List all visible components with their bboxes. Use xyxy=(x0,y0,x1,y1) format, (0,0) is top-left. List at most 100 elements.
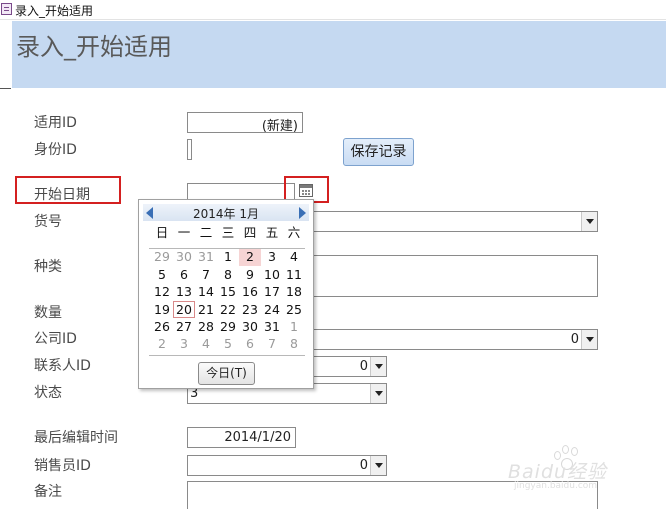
calendar-divider xyxy=(149,355,305,356)
calendar-day[interactable]: 18 xyxy=(283,283,305,300)
calendar-day[interactable]: 27 xyxy=(173,318,195,335)
next-month-icon[interactable] xyxy=(299,207,306,219)
calendar-day[interactable]: 23 xyxy=(239,301,261,318)
calendar-day[interactable]: 21 xyxy=(195,301,217,318)
calendar-day[interactable]: 15 xyxy=(217,283,239,300)
dropdown-arrow-icon[interactable] xyxy=(581,212,597,231)
label-sales-id: 销售员ID xyxy=(34,458,91,474)
calendar-day[interactable]: 26 xyxy=(151,318,173,335)
calendar-weekday-row: 日一二三四五六 xyxy=(151,224,305,241)
header-divider xyxy=(0,88,11,89)
prev-month-icon[interactable] xyxy=(146,207,153,219)
calendar-day[interactable]: 31 xyxy=(195,248,217,265)
highlight-start-date-label xyxy=(15,176,121,204)
calendar-day[interactable]: 8 xyxy=(283,335,305,352)
sfid-field[interactable] xyxy=(187,139,192,160)
label-syid: 适用ID xyxy=(34,115,77,131)
label-quantity: 数量 xyxy=(34,305,62,321)
weekday-header: 四 xyxy=(243,225,257,240)
label-product-no: 货号 xyxy=(34,214,62,230)
calendar-month-label: 2014年 1月 xyxy=(193,207,259,221)
sales-id-combo[interactable]: 0 xyxy=(187,455,387,476)
calendar-day[interactable]: 4 xyxy=(195,335,217,352)
calendar-day[interactable]: 2 xyxy=(151,335,173,352)
weekday-header: 日 xyxy=(155,225,169,240)
label-category: 种类 xyxy=(34,259,62,275)
form-title: 录入_开始适用 xyxy=(16,33,172,61)
calendar-day[interactable]: 12 xyxy=(151,283,173,300)
today-button[interactable]: 今日(T) xyxy=(198,362,255,385)
calendar-week-row: 29 30 31 1 2 3 4 xyxy=(151,248,305,266)
calendar-day[interactable]: 8 xyxy=(217,266,239,283)
weekday-header: 三 xyxy=(221,225,235,240)
watermark-url: jingyan.baidu.com xyxy=(514,481,598,491)
calendar-day[interactable]: 4 xyxy=(283,248,305,265)
calendar-popup: 2014年 1月 日一二三四五六 29 30 31 1 2 3 4 5 6 7 8 9 10 11 12 13… xyxy=(138,199,314,389)
form-icon xyxy=(1,3,12,15)
calendar-day[interactable]: 3 xyxy=(173,335,195,352)
calendar-day[interactable]: 16 xyxy=(239,283,261,300)
calendar-divider xyxy=(149,248,305,249)
calendar-day[interactable]: 30 xyxy=(173,248,195,265)
sales-id-value: 0 xyxy=(359,458,368,473)
calendar-day[interactable]: 25 xyxy=(283,301,305,318)
label-sfid: 身份ID xyxy=(34,142,77,158)
calendar-day[interactable]: 5 xyxy=(217,335,239,352)
titlebar-faded-text xyxy=(340,5,660,13)
weekday-header: 六 xyxy=(287,225,301,240)
form-header: 录入_开始适用 xyxy=(12,21,666,88)
calendar-day[interactable]: 17 xyxy=(261,283,283,300)
calendar-grid: 日一二三四五六 29 30 31 1 2 3 4 5 6 7 8 9 10 11 12 13 14 15 16 17 1… xyxy=(151,224,305,353)
calendar-day[interactable]: 22 xyxy=(217,301,239,318)
calendar-day[interactable]: 29 xyxy=(217,318,239,335)
calendar-week-row: 2345678 xyxy=(151,335,305,352)
calendar-day[interactable]: 24 xyxy=(261,301,283,318)
calendar-week-row: 12 13 14 15 16 17 18 xyxy=(151,283,305,300)
calendar-day[interactable]: 14 xyxy=(195,283,217,300)
baidu-watermark: Baidu经验 jingyan.baidu.com xyxy=(508,445,658,495)
save-record-button[interactable]: 保存记录 xyxy=(343,138,414,166)
weekday-header: 二 xyxy=(199,225,213,240)
watermark-text: Baidu经验 xyxy=(508,461,608,483)
calendar-week-row: 26 27 28 29 30 31 1 xyxy=(151,318,305,335)
calendar-day[interactable]: 1 xyxy=(283,318,305,335)
calendar-day[interactable]: 9 xyxy=(239,266,261,283)
calendar-day[interactable]: 7 xyxy=(261,335,283,352)
calendar-day[interactable]: 3 xyxy=(261,248,283,265)
label-status: 状态 xyxy=(34,385,62,401)
calendar-day[interactable]: 29 xyxy=(151,248,173,265)
label-company-id: 公司ID xyxy=(34,331,77,347)
window-title: 录入_开始适用 xyxy=(15,4,94,18)
contact-id-value: 0 xyxy=(359,359,368,374)
label-notes: 备注 xyxy=(34,484,62,500)
calendar-day[interactable]: 1 xyxy=(217,248,239,265)
weekday-header: 五 xyxy=(265,225,279,240)
calendar-day[interactable]: 5 xyxy=(151,266,173,283)
syid-field[interactable]: (新建) xyxy=(187,112,303,134)
calendar-day[interactable]: 7 xyxy=(195,266,217,283)
calendar-week-row: 19 20 21 22 23 24 25 xyxy=(151,300,305,318)
label-contact-id: 联系人ID xyxy=(34,358,91,374)
calendar-day[interactable]: 10 xyxy=(261,266,283,283)
calendar-day[interactable]: 19 xyxy=(151,301,173,318)
calendar-day[interactable]: 13 xyxy=(173,283,195,300)
company-id-value: 0 xyxy=(570,332,579,347)
calendar-day[interactable]: 30 xyxy=(239,318,261,335)
calendar-day[interactable]: 20 xyxy=(173,300,195,318)
calendar-day[interactable]: 31 xyxy=(261,318,283,335)
window-titlebar: 录入_开始适用 xyxy=(0,0,666,20)
calendar-day[interactable]: 6 xyxy=(239,335,261,352)
dropdown-arrow-icon[interactable] xyxy=(370,456,386,475)
calendar-day[interactable]: 11 xyxy=(283,266,305,283)
weekday-header: 一 xyxy=(177,225,191,240)
calendar-day[interactable]: 2 xyxy=(239,248,261,266)
calendar-header: 2014年 1月 xyxy=(143,204,309,221)
calendar-day[interactable]: 28 xyxy=(195,318,217,335)
calendar-day[interactable]: 6 xyxy=(173,266,195,283)
last-edit-field[interactable]: 2014/1/20 xyxy=(187,427,296,448)
label-last-edit: 最后编辑时间 xyxy=(34,430,118,446)
calendar-week-row: 5 6 7 8 9 10 11 xyxy=(151,266,305,283)
dropdown-arrow-icon[interactable] xyxy=(581,330,597,349)
dropdown-arrow-icon[interactable] xyxy=(370,384,386,403)
dropdown-arrow-icon[interactable] xyxy=(370,357,386,376)
